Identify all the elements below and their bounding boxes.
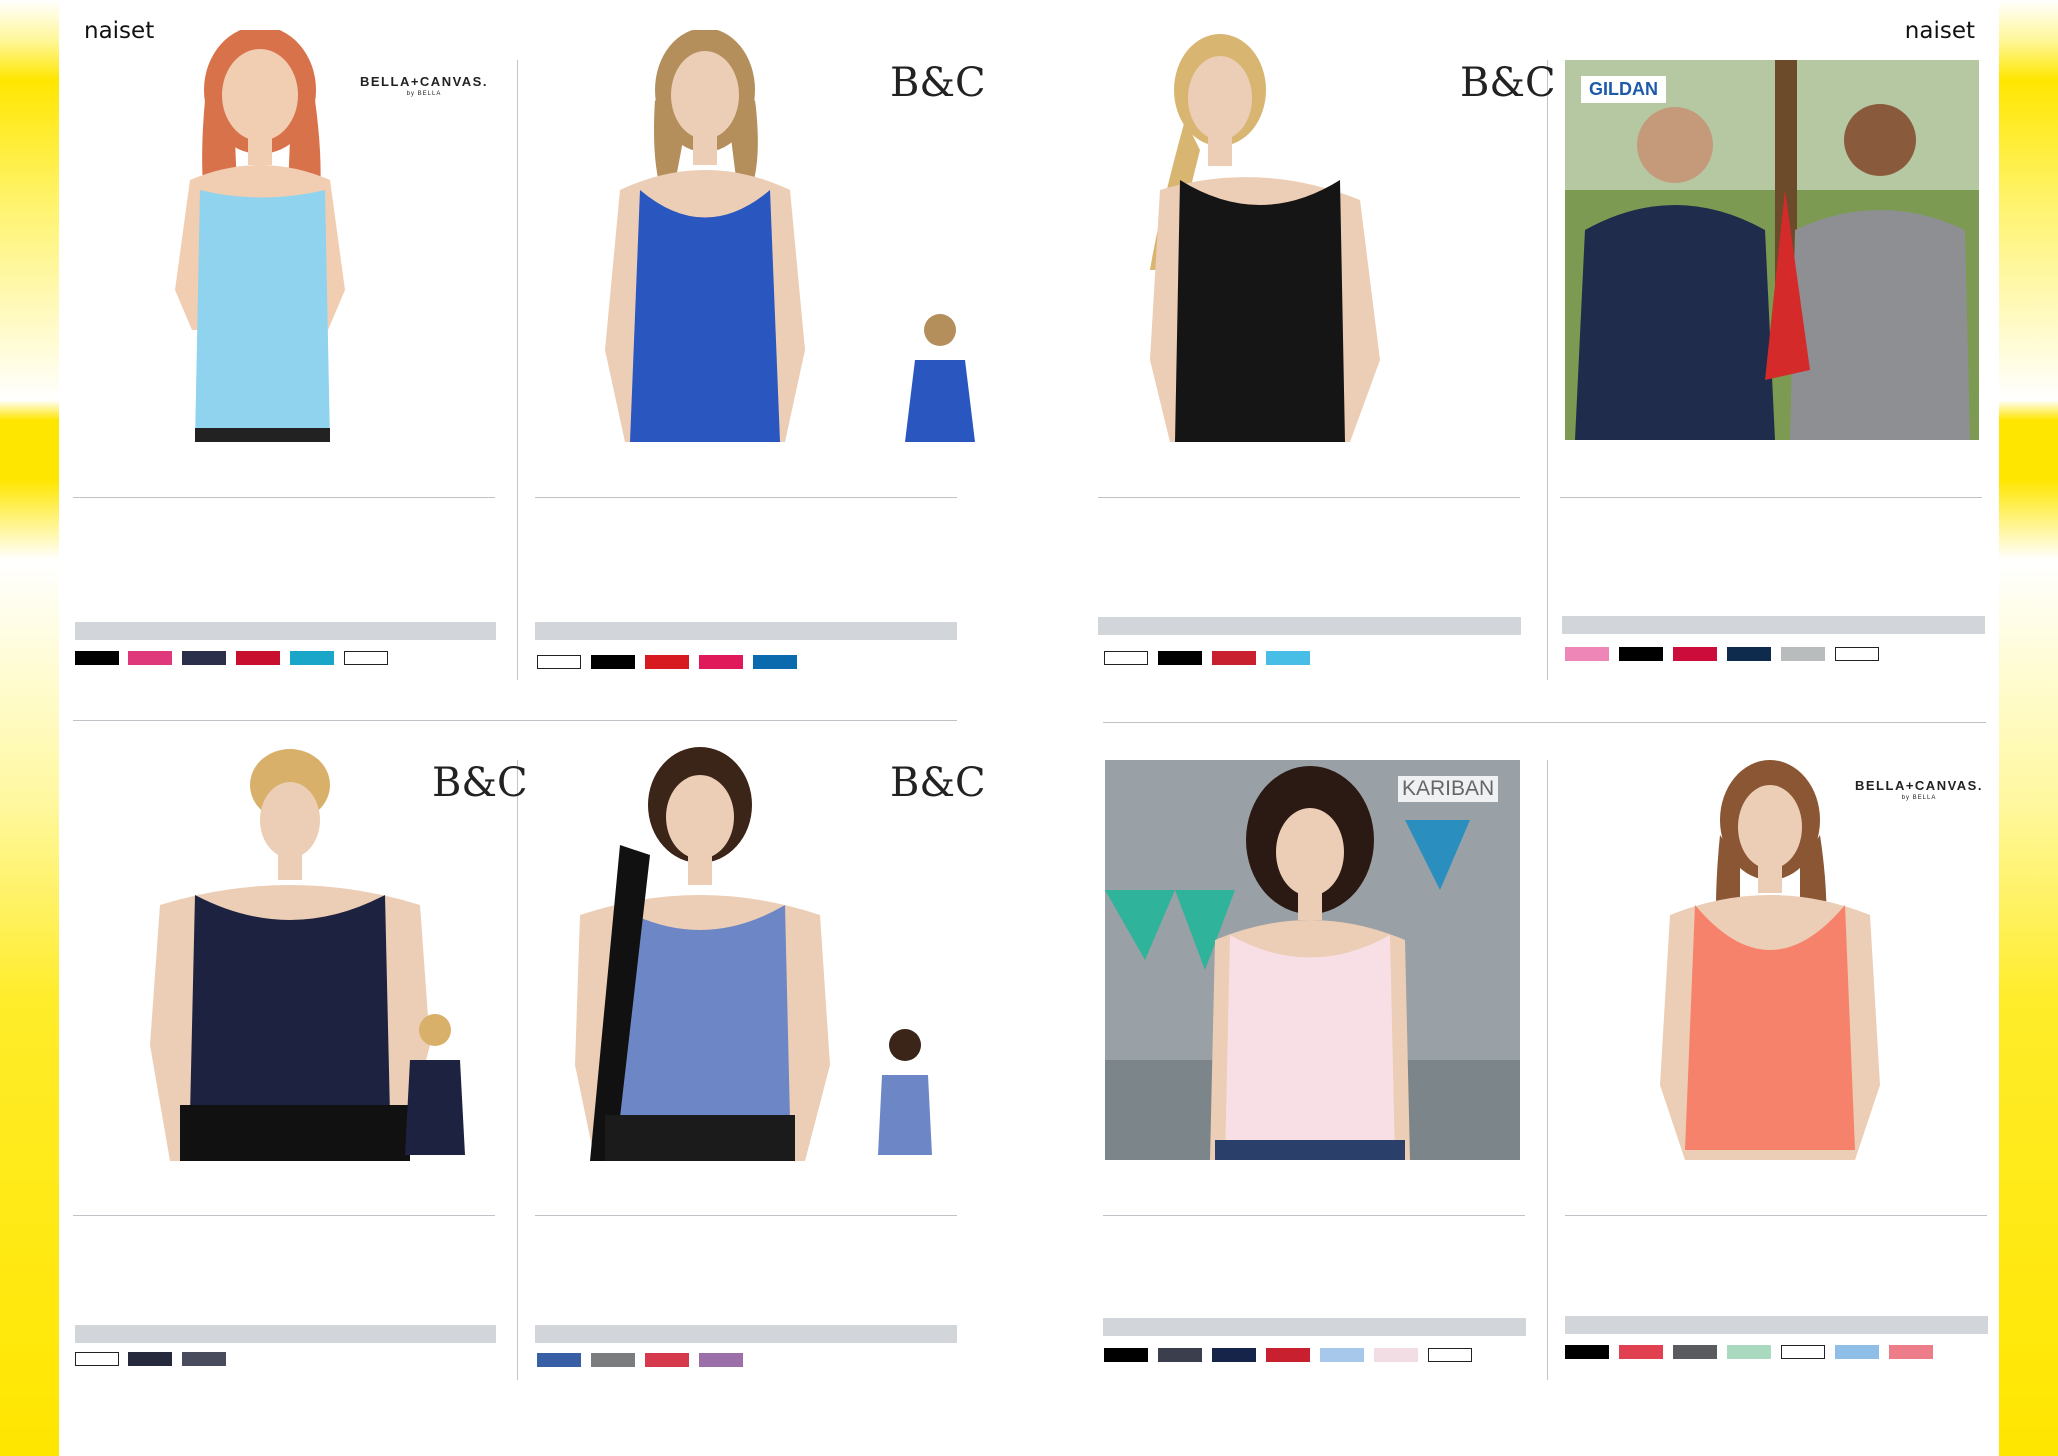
color-swatch[interactable] — [1565, 1345, 1609, 1359]
color-swatch[interactable] — [290, 651, 334, 665]
column-divider — [1547, 60, 1548, 680]
color-swatch[interactable] — [699, 655, 743, 669]
product-photo — [1105, 760, 1520, 1160]
card-divider — [73, 497, 495, 498]
card-divider — [73, 1215, 495, 1216]
color-swatch[interactable] — [591, 655, 635, 669]
brand-logo-bc: B&C — [890, 60, 986, 106]
info-bar — [1565, 1316, 1988, 1334]
card-divider — [1565, 1215, 1987, 1216]
color-swatch[interactable] — [537, 1353, 581, 1367]
color-swatch[interactable] — [1320, 1348, 1364, 1362]
right-edge-band — [1999, 0, 2058, 1456]
color-swatch[interactable] — [1727, 1345, 1771, 1359]
color-swatch[interactable] — [1266, 651, 1310, 665]
color-swatch[interactable] — [537, 655, 581, 669]
brand-logo-bc: B&C — [1460, 60, 1556, 106]
page-label-right: naiset — [1904, 18, 1975, 44]
color-swatch[interactable] — [182, 1352, 226, 1366]
color-swatch[interactable] — [1835, 1345, 1879, 1359]
info-bar — [535, 622, 957, 640]
card-divider — [1098, 497, 1520, 498]
color-swatch[interactable] — [1212, 1348, 1256, 1362]
color-swatch[interactable] — [1781, 1345, 1825, 1359]
product-photo — [1600, 755, 1900, 1160]
color-swatch[interactable] — [1619, 1345, 1663, 1359]
color-swatch[interactable] — [1835, 647, 1879, 661]
card-divider — [535, 497, 957, 498]
brand-logo-gildan: GILDAN — [1581, 76, 1666, 103]
brand-logo-bc: B&C — [890, 760, 986, 806]
color-swatch[interactable] — [1619, 647, 1663, 661]
color-swatch[interactable] — [1374, 1348, 1418, 1362]
brand-logo-bella-canvas: BELLA+CANVAS. by BELLA — [360, 74, 488, 97]
info-bar — [1098, 617, 1521, 635]
color-swatch[interactable] — [128, 1352, 172, 1366]
column-divider — [517, 760, 518, 1380]
color-swatch[interactable] — [1565, 647, 1609, 661]
color-swatch[interactable] — [1781, 647, 1825, 661]
card-divider — [1103, 1215, 1525, 1216]
color-swatch[interactable] — [75, 651, 119, 665]
color-swatch[interactable] — [1889, 1345, 1933, 1359]
product-photo — [1565, 60, 1979, 440]
brand-logo-kariban: KARIBAN — [1398, 776, 1499, 802]
card-divider — [535, 1215, 957, 1216]
color-swatch[interactable] — [699, 1353, 743, 1367]
left-edge-band — [0, 0, 59, 1456]
brand-logo-bella-canvas: BELLA+CANVAS. by BELLA — [1855, 778, 1983, 801]
card-divider — [1560, 497, 1982, 498]
color-swatch[interactable] — [645, 1353, 689, 1367]
info-bar — [535, 1325, 957, 1343]
color-swatch[interactable] — [1212, 651, 1256, 665]
color-swatch[interactable] — [1266, 1348, 1310, 1362]
color-swatch[interactable] — [1673, 1345, 1717, 1359]
product-photo — [560, 745, 960, 1161]
color-swatch[interactable] — [753, 655, 797, 669]
info-bar — [1562, 616, 1985, 634]
color-swatch[interactable] — [1158, 651, 1202, 665]
color-swatch[interactable] — [1727, 647, 1771, 661]
info-bar — [75, 1325, 496, 1343]
column-divider — [517, 60, 518, 680]
product-photo — [100, 30, 400, 442]
color-swatch[interactable] — [1104, 651, 1148, 665]
row-divider-left — [73, 720, 957, 721]
color-swatch[interactable] — [1673, 647, 1717, 661]
product-photo — [100, 745, 500, 1161]
info-bar — [1103, 1318, 1526, 1336]
color-swatch[interactable] — [1428, 1348, 1472, 1362]
color-swatch[interactable] — [236, 651, 280, 665]
color-swatch[interactable] — [182, 651, 226, 665]
color-swatch[interactable] — [1158, 1348, 1202, 1362]
column-divider — [1547, 760, 1548, 1380]
color-swatch[interactable] — [645, 655, 689, 669]
color-swatch[interactable] — [1104, 1348, 1148, 1362]
color-swatch[interactable] — [591, 1353, 635, 1367]
color-swatch[interactable] — [344, 651, 388, 665]
color-swatch[interactable] — [75, 1352, 119, 1366]
color-swatch[interactable] — [128, 651, 172, 665]
brand-logo-bc: B&C — [432, 760, 528, 806]
row-divider-right — [1103, 722, 1986, 723]
info-bar — [75, 622, 496, 640]
